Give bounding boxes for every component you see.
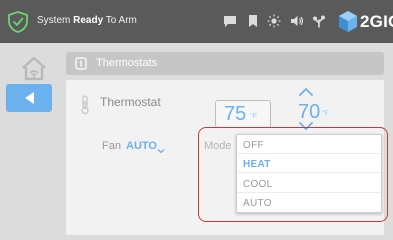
section-title: Thermostats	[96, 57, 158, 69]
fan-mode-select[interactable]: AUTO	[126, 140, 157, 152]
back-arrow-icon	[24, 92, 34, 104]
current-temperature: 75	[224, 103, 247, 125]
highlight-outline	[198, 127, 388, 222]
thermometer-icon	[80, 95, 90, 115]
fan-label: Fan	[102, 140, 121, 152]
current-temperature-display: 75 °F	[215, 100, 271, 128]
volume-icon[interactable]	[290, 14, 304, 28]
brand-logo: 2GIG	[337, 9, 393, 35]
thermostat-name: Thermostat	[100, 95, 161, 109]
thermostat-small-icon	[75, 57, 87, 70]
brightness-icon[interactable]	[267, 14, 281, 28]
home-wifi-icon[interactable]	[20, 54, 48, 82]
chevron-down-icon[interactable]	[157, 142, 165, 154]
system-status-text: System Ready To Arm	[37, 15, 137, 26]
status-bar: System Ready To Arm 2GIG	[0, 0, 393, 43]
bookmark-icon[interactable]	[246, 14, 260, 28]
back-button[interactable]	[6, 84, 52, 112]
setpoint-up-chevron-icon[interactable]	[298, 87, 314, 97]
leaf-icon[interactable]	[312, 14, 326, 28]
message-icon[interactable]	[223, 14, 237, 28]
brand-name: 2GIG	[360, 12, 393, 31]
current-temperature-unit: °F	[250, 113, 258, 120]
section-header: Thermostats	[66, 52, 384, 75]
shield-check-icon	[6, 11, 30, 33]
brand-logo-icon	[339, 11, 357, 32]
heat-setpoint-unit: °F	[322, 110, 330, 117]
